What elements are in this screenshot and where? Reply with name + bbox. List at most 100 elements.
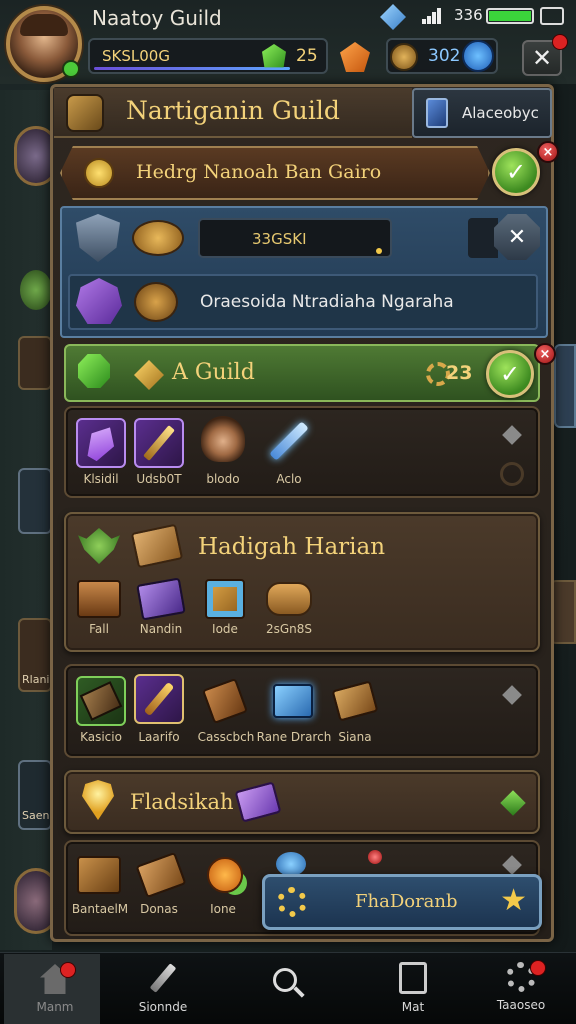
reward-slot-2[interactable] — [136, 574, 186, 624]
rail-item-3[interactable]: Rlani — [18, 618, 52, 692]
item-slot-3[interactable] — [198, 414, 248, 464]
xp-progress — [94, 67, 290, 70]
dismiss-banner-button[interactable]: × — [537, 141, 559, 163]
nav-home[interactable]: Manm — [0, 958, 110, 1022]
reward-label-2: Nandin — [139, 622, 183, 636]
cursor-dot-icon — [376, 248, 382, 254]
fhadoranb-button[interactable]: FhaDoranb ★ — [262, 874, 542, 930]
inventory-label-5: Siana — [338, 730, 372, 744]
item-slot-4[interactable] — [264, 416, 314, 466]
app-title: Naatoy Guild — [92, 6, 222, 30]
input-side-slot — [468, 218, 498, 258]
coin-icon — [390, 43, 418, 71]
reward-label-3: Iode — [212, 622, 238, 636]
battery-bar — [486, 8, 534, 24]
spellbook-icon — [136, 577, 186, 621]
alaceobyc-button[interactable]: Alaceobyc — [412, 88, 552, 138]
player-avatar[interactable] — [6, 6, 82, 82]
ice-sword-icon — [269, 421, 309, 461]
shop-label-2: Donas — [140, 902, 178, 916]
red-orb-icon — [368, 850, 382, 864]
wooden-box-icon — [77, 856, 121, 894]
amethyst-crystal-icon — [81, 421, 122, 465]
banner-text: Hedrg Nanoah Ban Gairo — [136, 161, 382, 183]
inventory-slot-4[interactable] — [268, 676, 318, 726]
section-a-confirm-button[interactable]: ✓ — [486, 350, 534, 398]
check-icon: ✓ — [499, 360, 521, 388]
blue-orb-icon — [276, 852, 306, 876]
close-top-button[interactable]: ✕ — [522, 34, 568, 76]
battery-icon — [540, 7, 564, 25]
guild-code-value: 33GSKI — [252, 230, 307, 248]
item-label-4: Aclo — [276, 472, 302, 486]
inventory-slot-3[interactable] — [200, 676, 250, 726]
signal-icon — [422, 8, 442, 24]
inventory-slot-1[interactable] — [76, 676, 126, 726]
reward-slot-4[interactable] — [264, 574, 314, 624]
currency-bar[interactable]: SKSL00G 25 — [88, 38, 328, 74]
nav-settings[interactable]: Taaoseo — [466, 958, 576, 1022]
battery-text: 336 — [454, 6, 483, 24]
inventory-label-3: Casscbch — [197, 730, 255, 744]
search-icon — [273, 968, 305, 1000]
avatar-hair — [20, 14, 68, 36]
inventory-label-2: Laarifo — [138, 730, 180, 744]
section-a-dismiss-button[interactable]: × — [534, 343, 556, 365]
inventory-slot-5[interactable] — [330, 676, 380, 726]
blue-chest-icon — [273, 684, 313, 718]
inventory-slot-2[interactable] — [134, 674, 184, 724]
coin-bar[interactable]: 302 — [386, 38, 498, 74]
chest-icon — [77, 580, 121, 618]
torch-icon — [143, 681, 175, 717]
golden-sword-icon — [143, 425, 175, 461]
green-book-icon — [79, 681, 123, 721]
rail-item-4[interactable]: Saene — [18, 760, 56, 830]
reward-slot-3[interactable] — [200, 574, 250, 624]
alaceobyc-label: Alaceobyc — [462, 104, 539, 122]
guild-code-input[interactable]: 33GSKI — [198, 218, 392, 258]
leather-boots-icon — [201, 677, 249, 725]
nav-home-label: Manm — [36, 1000, 74, 1014]
shop-slot-2[interactable] — [135, 850, 187, 900]
gear-gold-icon — [277, 887, 307, 917]
nav-sionnde[interactable]: Sionnde — [108, 958, 218, 1022]
item-slot-1[interactable] — [76, 418, 126, 468]
nav-mat[interactable]: Mat — [358, 958, 468, 1022]
right-edge-tab-1[interactable] — [554, 344, 576, 428]
inventory-label-1: Kasicio — [80, 730, 122, 744]
fhadoranb-label: FhaDoranb — [355, 891, 458, 912]
blue-gem-icon — [462, 40, 494, 72]
shop-icon — [399, 962, 427, 994]
item-label-2: Udsb0T — [136, 472, 182, 486]
online-status-dot — [62, 60, 80, 78]
wooden-chest-icon — [331, 680, 379, 722]
orange-gems-icon — [207, 857, 243, 893]
star-icon: ★ — [500, 883, 527, 918]
reward-slot-1[interactable] — [74, 574, 124, 624]
gold-coin-icon — [84, 158, 114, 188]
nav-search[interactable] — [234, 958, 344, 1022]
cart-icon — [135, 851, 187, 899]
reward-label-4: 2sGn8S — [265, 622, 313, 636]
shop-label-1: BantaelM — [71, 902, 129, 916]
close-icon: ✕ — [531, 44, 553, 72]
section-d-title: Fladsikah — [130, 790, 234, 814]
item-slot-2[interactable] — [134, 418, 184, 468]
info-text: Oraesoida Ntradiaha Ngaraha — [200, 292, 454, 312]
section-a-title: A Guild — [172, 360, 255, 385]
confirm-banner-button[interactable]: ✓ — [492, 148, 540, 196]
settings-badge — [530, 960, 546, 976]
coin-count: 302 — [428, 46, 461, 66]
rail-item-1[interactable] — [18, 336, 52, 390]
bread-icon — [266, 582, 312, 616]
blue-card-icon — [426, 98, 448, 128]
section-a-count: 23 — [446, 362, 473, 384]
rail-leaf-icon[interactable] — [20, 270, 52, 310]
rail-item-2[interactable] — [18, 468, 52, 534]
item-label-1: Klsidil — [83, 472, 119, 486]
shop-slot-3[interactable] — [200, 850, 250, 900]
gem-count: 25 — [296, 46, 318, 66]
section-b-title: Hadigah Harian — [198, 534, 386, 560]
shop-slot-1[interactable] — [74, 850, 124, 900]
guild-banner[interactable]: Hedrg Nanoah Ban Gairo — [60, 146, 490, 200]
